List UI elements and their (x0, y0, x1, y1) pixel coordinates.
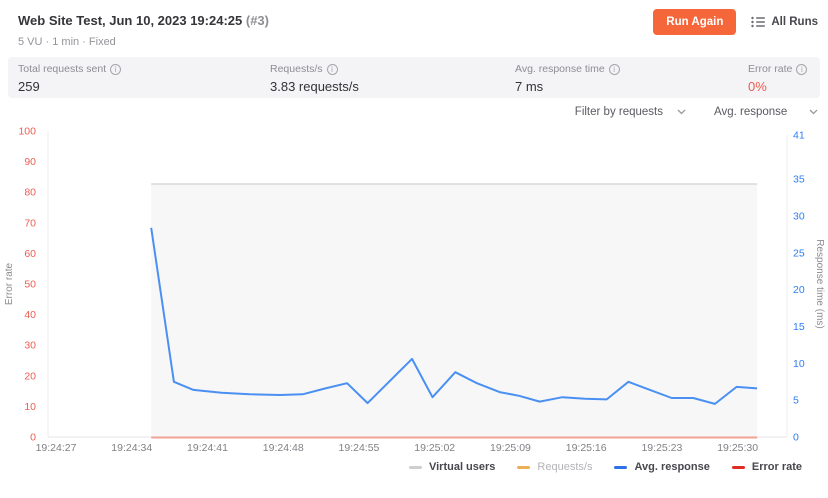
all-runs-button[interactable]: All Runs (751, 16, 818, 28)
info-icon[interactable] (609, 64, 620, 75)
legend-swatch (409, 466, 422, 469)
legend-swatch (732, 466, 745, 469)
info-icon[interactable] (110, 64, 121, 75)
legend-swatch (614, 466, 627, 469)
axis-tick-label: 19:25:23 (641, 442, 682, 454)
stat-total-requests: Total requests sent 259 (18, 63, 270, 98)
dropdown-label: Filter by requests (575, 106, 663, 118)
axis-tick-label: 80 (24, 187, 36, 199)
stat-label: Avg. response time (515, 63, 605, 75)
run-number: (#3) (246, 13, 269, 28)
axis-tick-label: 0 (793, 432, 799, 444)
legend-item-error-rate[interactable]: Error rate (732, 461, 802, 473)
axis-tick-label: 19:25:30 (717, 442, 758, 454)
test-run-page: Web Site Test, Jun 10, 2023 19:24:25 (#3… (0, 0, 828, 498)
axis-tick-label: 19:25:02 (414, 442, 455, 454)
all-runs-label: All Runs (771, 16, 818, 28)
axis-tick-label: 20 (793, 284, 805, 296)
axis-tick-label: 30 (793, 211, 805, 223)
dropdown-label: Avg. response (714, 106, 787, 118)
axis-tick-label: 25 (793, 247, 805, 259)
axis-tick-label: 70 (24, 217, 36, 229)
legend-label: Requests/s (537, 461, 592, 473)
axis-tick-label: 35 (793, 174, 805, 186)
list-icon (751, 16, 765, 28)
stat-value: 7 ms (515, 79, 748, 94)
header-actions: Run Again All Runs (653, 9, 818, 35)
legend-item-avg-response[interactable]: Avg. response (614, 461, 709, 473)
stat-value: 259 (18, 79, 270, 94)
virtual-users-area (151, 184, 757, 437)
legend-item-virtual-users[interactable]: Virtual users (409, 461, 495, 473)
legend-item-requests-per-sec[interactable]: Requests/s (517, 461, 592, 473)
axis-tick-label: 10 (793, 358, 805, 370)
run-again-button[interactable]: Run Again (653, 9, 736, 35)
axis-tick-label: 10 (24, 401, 36, 413)
test-config-summary: 5 VU · 1 min · Fixed (18, 36, 116, 48)
legend-swatch (517, 466, 530, 469)
axis-tick-label: 15 (793, 321, 805, 333)
right-axis-title: Response time (ms) (814, 239, 825, 328)
axis-tick-label: 19:25:16 (566, 442, 607, 454)
stat-label: Error rate (748, 63, 792, 75)
filter-by-requests-dropdown[interactable]: Filter by requests (575, 106, 686, 118)
axis-tick-label: 60 (24, 248, 36, 260)
info-icon[interactable] (796, 64, 807, 75)
stat-value: 3.83 requests/s (270, 79, 515, 94)
axis-tick-label: 40 (24, 309, 36, 321)
summary-stats-bar: Total requests sent 259 Requests/s 3.83 … (8, 57, 820, 98)
legend-label: Error rate (752, 461, 802, 473)
axis-tick-label: 19:24:41 (187, 442, 228, 454)
axis-tick-label: 20 (24, 370, 36, 382)
chevron-down-icon (809, 109, 818, 115)
page-title: Web Site Test, Jun 10, 2023 19:24:25 (#3… (18, 13, 269, 28)
legend-label: Virtual users (429, 461, 495, 473)
stat-label: Requests/s (270, 63, 323, 75)
stat-requests-per-sec: Requests/s 3.83 requests/s (270, 63, 515, 98)
results-chart[interactable]: 0102030405060708090100051015202530354119… (0, 124, 828, 464)
chevron-down-icon (677, 109, 686, 115)
chart-svg: 0102030405060708090100051015202530354119… (0, 124, 828, 464)
axis-tick-label: 19:24:27 (36, 442, 77, 454)
stat-label: Total requests sent (18, 63, 106, 75)
stat-value: 0% (748, 79, 807, 94)
test-title: Web Site Test, Jun 10, 2023 19:24:25 (18, 13, 242, 28)
axis-tick-label: 50 (24, 279, 36, 291)
axis-tick-label: 41 (793, 129, 805, 141)
axis-tick-label: 19:25:09 (490, 442, 531, 454)
legend-label: Avg. response (634, 461, 709, 473)
info-icon[interactable] (327, 64, 338, 75)
axis-tick-label: 19:24:34 (111, 442, 152, 454)
axis-tick-label: 19:24:55 (339, 442, 380, 454)
chart-controls: Filter by requests Avg. response (575, 106, 818, 118)
stat-avg-response-time: Avg. response time 7 ms (515, 63, 748, 98)
metric-dropdown[interactable]: Avg. response (714, 106, 818, 118)
axis-tick-label: 19:24:48 (263, 442, 304, 454)
stat-error-rate: Error rate 0% (748, 63, 807, 98)
axis-tick-label: 100 (18, 126, 36, 138)
left-axis-title: Error rate (4, 262, 15, 305)
axis-tick-label: 30 (24, 340, 36, 352)
axis-tick-label: 5 (793, 395, 799, 407)
axis-tick-label: 90 (24, 156, 36, 168)
chart-legend: Virtual users Requests/s Avg. response E… (409, 461, 802, 473)
